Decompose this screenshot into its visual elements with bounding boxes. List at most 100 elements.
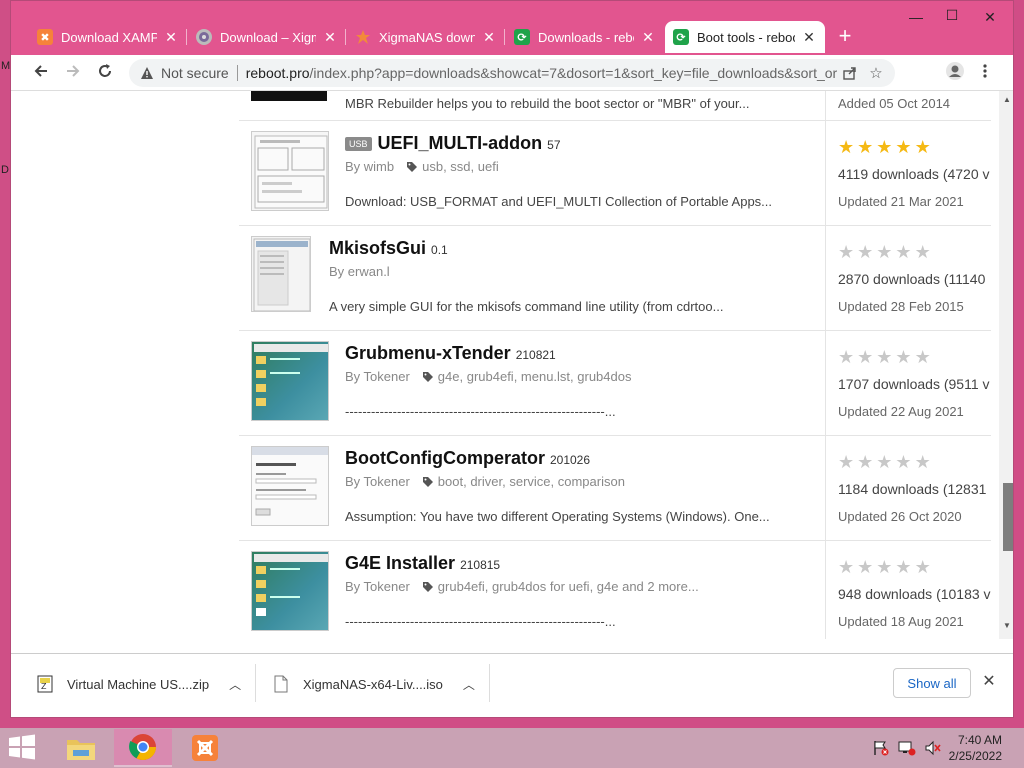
file-thumbnail[interactable] [251, 341, 329, 421]
rating-stars[interactable]: ★ ★ ★ ★ ★ [838, 348, 934, 366]
item-title[interactable]: UEFI_MULTI-addon [378, 133, 543, 154]
tab-download-xigma[interactable]: Download – Xigma ✕ [188, 21, 346, 53]
download-filename[interactable]: XigmaNAS-x64-Liv....iso [303, 677, 443, 692]
star-icon[interactable]: ★ [876, 138, 892, 156]
rating-stars[interactable]: ★ ★ ★ ★ ★ [838, 138, 934, 156]
item-title[interactable]: Grubmenu-xTender [345, 343, 511, 364]
item-author[interactable]: By erwan.l [329, 264, 390, 279]
new-tab-button[interactable]: + [833, 25, 857, 49]
item-author[interactable]: By wimb [345, 159, 394, 174]
item-author[interactable]: By Tokener [345, 474, 410, 489]
vertical-scrollbar[interactable]: ▲ ▼ [999, 91, 1013, 639]
item-title[interactable]: BootConfigComperator [345, 448, 545, 469]
rating-stars[interactable]: ★ ★ ★ ★ ★ [838, 558, 934, 576]
list-item[interactable]: BootConfigComperator 201026 By Tokener b… [239, 436, 991, 541]
download-filename[interactable]: Virtual Machine US....zip [67, 677, 209, 692]
star-icon[interactable]: ★ [857, 348, 873, 366]
star-icon[interactable]: ★ [895, 138, 911, 156]
star-icon[interactable]: ★ [876, 453, 892, 471]
vertical-scroll-thumb[interactable] [1003, 483, 1013, 551]
file-explorer-taskbar-button[interactable] [52, 729, 110, 767]
action-center-flag-icon[interactable] [872, 740, 890, 756]
rating-stars[interactable]: ★ ★ ★ ★ ★ [838, 243, 934, 261]
tab-download-xampp[interactable]: ✖ Download XAMPP ✕ [29, 21, 187, 53]
star-icon[interactable]: ★ [838, 348, 854, 366]
list-item[interactable]: MkisofsGui 0.1 By erwan.l A very simple … [239, 226, 991, 331]
star-icon[interactable]: ★ [838, 453, 854, 471]
address-bar[interactable]: Not secure reboot.pro/index.php?app=down… [129, 59, 895, 87]
item-author[interactable]: By Tokener [345, 369, 410, 384]
url-text[interactable]: reboot.pro/index.php?app=downloads&showc… [246, 65, 837, 81]
tab-boot-tools[interactable]: ⟳ Boot tools - reboo ✕ [665, 21, 825, 53]
star-icon[interactable]: ★ [895, 243, 911, 261]
file-thumbnail[interactable] [251, 551, 329, 631]
star-icon[interactable]: ★ [915, 138, 931, 156]
star-icon[interactable]: ★ [915, 453, 931, 471]
minimize-button[interactable]: — [901, 9, 931, 25]
menu-button[interactable] [973, 61, 997, 85]
star-icon[interactable]: ★ [857, 558, 873, 576]
forward-button[interactable] [61, 61, 85, 85]
profile-button[interactable] [943, 61, 967, 85]
show-all-button[interactable]: Show all [893, 668, 971, 698]
volume-muted-icon[interactable] [924, 740, 942, 756]
download-item[interactable]: XigmaNAS-x64-Liv....iso ︿ [273, 666, 475, 702]
maximize-button[interactable]: ☐ [937, 7, 967, 24]
item-tags[interactable]: g4e, grub4efi, menu.lst, grub4dos [438, 369, 632, 384]
close-tab-icon[interactable]: ✕ [481, 29, 497, 46]
warning-icon[interactable] [139, 65, 155, 81]
item-title[interactable]: G4E Installer [345, 553, 455, 574]
list-item[interactable]: Grubmenu-xTender 210821 By Tokener g4e, … [239, 331, 991, 436]
list-item[interactable]: G4E Installer 210815 By Tokener grub4efi… [239, 541, 991, 639]
star-icon[interactable]: ★ [857, 243, 873, 261]
item-tags[interactable]: usb, ssd, uefi [422, 159, 499, 174]
file-thumbnail[interactable] [251, 446, 329, 526]
item-title[interactable]: MkisofsGui [329, 238, 426, 259]
star-icon[interactable]: ★ [915, 243, 931, 261]
chrome-taskbar-button[interactable] [114, 729, 172, 767]
scroll-up-arrow-icon[interactable]: ▲ [1003, 95, 1011, 104]
star-icon[interactable]: ★ [838, 138, 854, 156]
start-button[interactable] [8, 734, 38, 762]
star-icon[interactable]: ★ [876, 348, 892, 366]
security-label[interactable]: Not secure [161, 65, 229, 81]
star-icon[interactable]: ★ [915, 558, 931, 576]
file-thumbnail[interactable] [251, 91, 327, 101]
item-tags[interactable]: grub4efi, grub4dos for uefi, g4e and 2 m… [438, 579, 699, 594]
star-icon[interactable]: ★ [876, 558, 892, 576]
close-window-button[interactable]: ✕ [975, 9, 1005, 26]
close-tab-icon[interactable]: ✕ [322, 29, 338, 46]
close-tab-icon[interactable]: ✕ [640, 29, 656, 46]
chevron-up-icon[interactable]: ︿ [463, 676, 475, 693]
item-tags[interactable]: boot, driver, service, comparison [438, 474, 625, 489]
star-icon[interactable]: ★ [838, 558, 854, 576]
star-icon[interactable]: ★ [895, 348, 911, 366]
star-icon[interactable]: ★ [915, 348, 931, 366]
tab-xigmanas-download[interactable]: XigmaNAS downl ✕ [347, 21, 505, 53]
bookmark-star-icon[interactable]: ☆ [863, 61, 889, 85]
list-item[interactable]: MBR Rebuilder helps you to rebuild the b… [239, 91, 991, 121]
chevron-up-icon[interactable]: ︿ [229, 676, 241, 693]
close-tab-icon[interactable]: ✕ [163, 29, 179, 46]
list-item[interactable]: USB UEFI_MULTI-addon 57 By wimb usb, ssd… [239, 121, 991, 226]
network-icon[interactable] [898, 740, 916, 756]
star-icon[interactable]: ★ [857, 138, 873, 156]
star-icon[interactable]: ★ [838, 243, 854, 261]
file-thumbnail[interactable] [251, 131, 329, 211]
xampp-taskbar-button[interactable] [176, 729, 234, 767]
star-icon[interactable]: ★ [857, 453, 873, 471]
star-icon[interactable]: ★ [895, 453, 911, 471]
back-button[interactable] [29, 61, 53, 85]
reload-button[interactable] [93, 61, 117, 85]
tab-downloads-reboot[interactable]: ⟳ Downloads - rebo ✕ [506, 21, 664, 53]
star-icon[interactable]: ★ [876, 243, 892, 261]
close-tab-icon[interactable]: ✕ [801, 29, 817, 46]
rating-stars[interactable]: ★ ★ ★ ★ ★ [838, 453, 934, 471]
file-thumbnail[interactable] [251, 236, 311, 312]
share-icon[interactable] [837, 61, 863, 85]
download-item[interactable]: Z Virtual Machine US....zip ︿ [37, 666, 241, 702]
star-icon[interactable]: ★ [895, 558, 911, 576]
item-author[interactable]: By Tokener [345, 579, 410, 594]
scroll-down-arrow-icon[interactable]: ▼ [1003, 621, 1011, 630]
close-download-bar-icon[interactable]: ✕ [979, 672, 999, 692]
